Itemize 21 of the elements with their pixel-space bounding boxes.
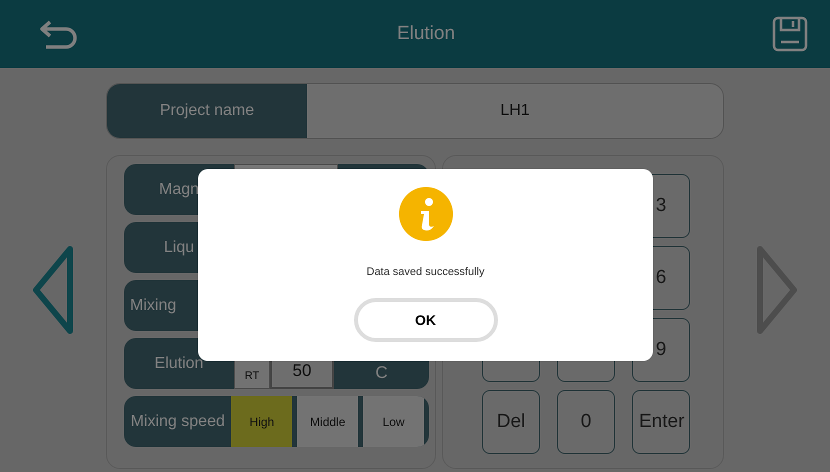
project-name-field[interactable]: Project name LH1 (106, 83, 724, 139)
left-arrow-icon[interactable] (30, 245, 76, 335)
ok-button[interactable]: OK (354, 298, 498, 342)
keypad-key[interactable]: Del (482, 390, 540, 454)
setting-label: Mixing (129, 296, 178, 316)
setting-label: Elution (154, 354, 204, 374)
dialog-message: Data saved successfully (366, 266, 484, 278)
setting-label: Mixing speed (130, 412, 226, 432)
save-icon[interactable] (772, 16, 808, 52)
speed-option[interactable]: Low (363, 396, 424, 447)
setting-label: Magn (158, 180, 200, 200)
info-icon (398, 187, 452, 241)
project-name-value: LH1 (499, 101, 531, 121)
setting-label: Liqu (162, 238, 196, 258)
project-name-label: Project name (107, 84, 307, 138)
screen-title: Elution (396, 23, 456, 45)
keypad-key[interactable]: Enter (632, 390, 690, 454)
speed-option[interactable]: High (231, 396, 292, 447)
unit-label: C (374, 362, 389, 384)
speed-option[interactable]: Middle (297, 396, 358, 447)
keypad-key[interactable]: 0 (557, 390, 615, 454)
